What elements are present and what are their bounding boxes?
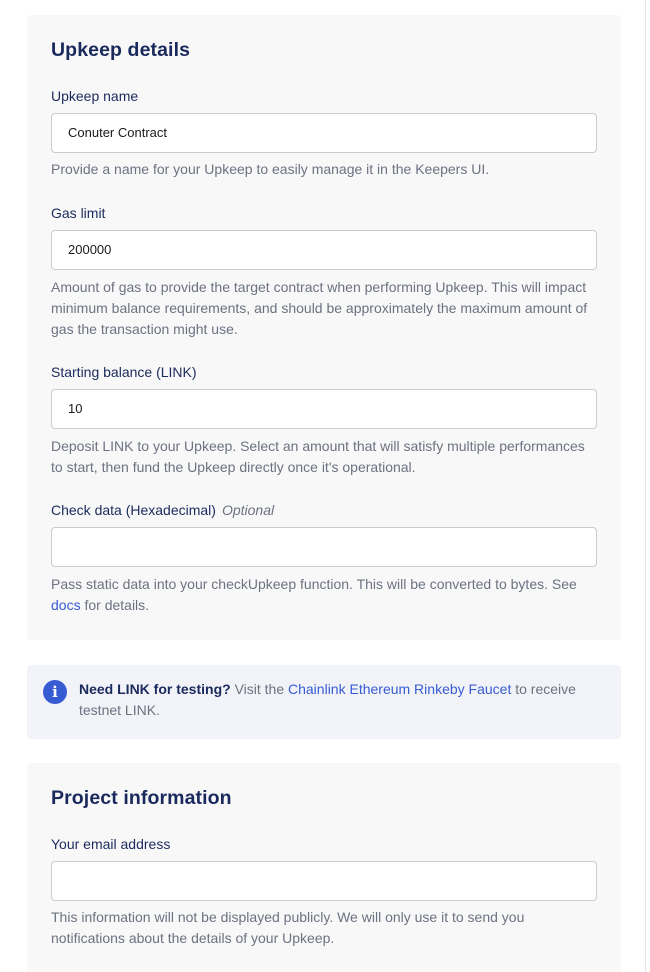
info-banner-text: Need LINK for testing? Visit the Chainli… bbox=[79, 679, 599, 721]
upkeep-name-value: Conuter Contract bbox=[68, 125, 167, 140]
check-data-label-text: Check data (Hexadecimal) bbox=[51, 502, 216, 518]
link-testing-info-banner: i Need LINK for testing? Visit the Chain… bbox=[27, 665, 621, 739]
email-help: This information will not be displayed p… bbox=[51, 909, 525, 946]
check-data-input[interactable] bbox=[51, 527, 597, 567]
info-banner-text-before: Visit the bbox=[234, 681, 285, 697]
gas-limit-label: Gas limit bbox=[51, 205, 106, 221]
gas-limit-help: Amount of gas to provide the target cont… bbox=[51, 279, 588, 337]
faucet-link[interactable]: Chainlink Ethereum Rinkeby Faucet bbox=[288, 681, 511, 697]
upkeep-name-label: Upkeep name bbox=[51, 88, 139, 104]
email-label: Your email address bbox=[51, 836, 171, 852]
page: Upkeep details Upkeep name Conuter Contr… bbox=[0, 0, 650, 972]
docs-link[interactable]: docs bbox=[51, 597, 81, 613]
upkeep-name-help: Provide a name for your Upkeep to easily… bbox=[51, 161, 490, 177]
check-data-help-suffix: for details. bbox=[84, 597, 150, 613]
gas-limit-input[interactable]: 200000 bbox=[51, 230, 597, 270]
page-edge-divider bbox=[645, 0, 646, 972]
project-information-title: Project information bbox=[51, 787, 232, 809]
info-icon: i bbox=[43, 680, 67, 704]
upkeep-details-title: Upkeep details bbox=[51, 39, 191, 61]
email-input[interactable] bbox=[51, 861, 597, 901]
check-data-help-text: Pass static data into your checkUpkeep f… bbox=[51, 576, 577, 592]
project-information-card: Project information Your email address T… bbox=[27, 763, 621, 972]
gas-limit-value: 200000 bbox=[68, 242, 112, 257]
starting-balance-input[interactable]: 10 bbox=[51, 389, 597, 429]
starting-balance-value: 10 bbox=[68, 401, 83, 416]
starting-balance-label: Starting balance (LINK) bbox=[51, 364, 197, 380]
check-data-help: Pass static data into your checkUpkeep f… bbox=[51, 574, 597, 616]
optional-tag: Optional bbox=[221, 502, 275, 518]
upkeep-details-card: Upkeep details Upkeep name Conuter Contr… bbox=[27, 15, 621, 640]
starting-balance-help: Deposit LINK to your Upkeep. Select an a… bbox=[51, 438, 585, 475]
check-data-label: Check data (Hexadecimal) Optional bbox=[51, 501, 274, 519]
info-banner-heading: Need LINK for testing? bbox=[79, 681, 231, 697]
upkeep-name-input[interactable]: Conuter Contract bbox=[51, 113, 597, 153]
